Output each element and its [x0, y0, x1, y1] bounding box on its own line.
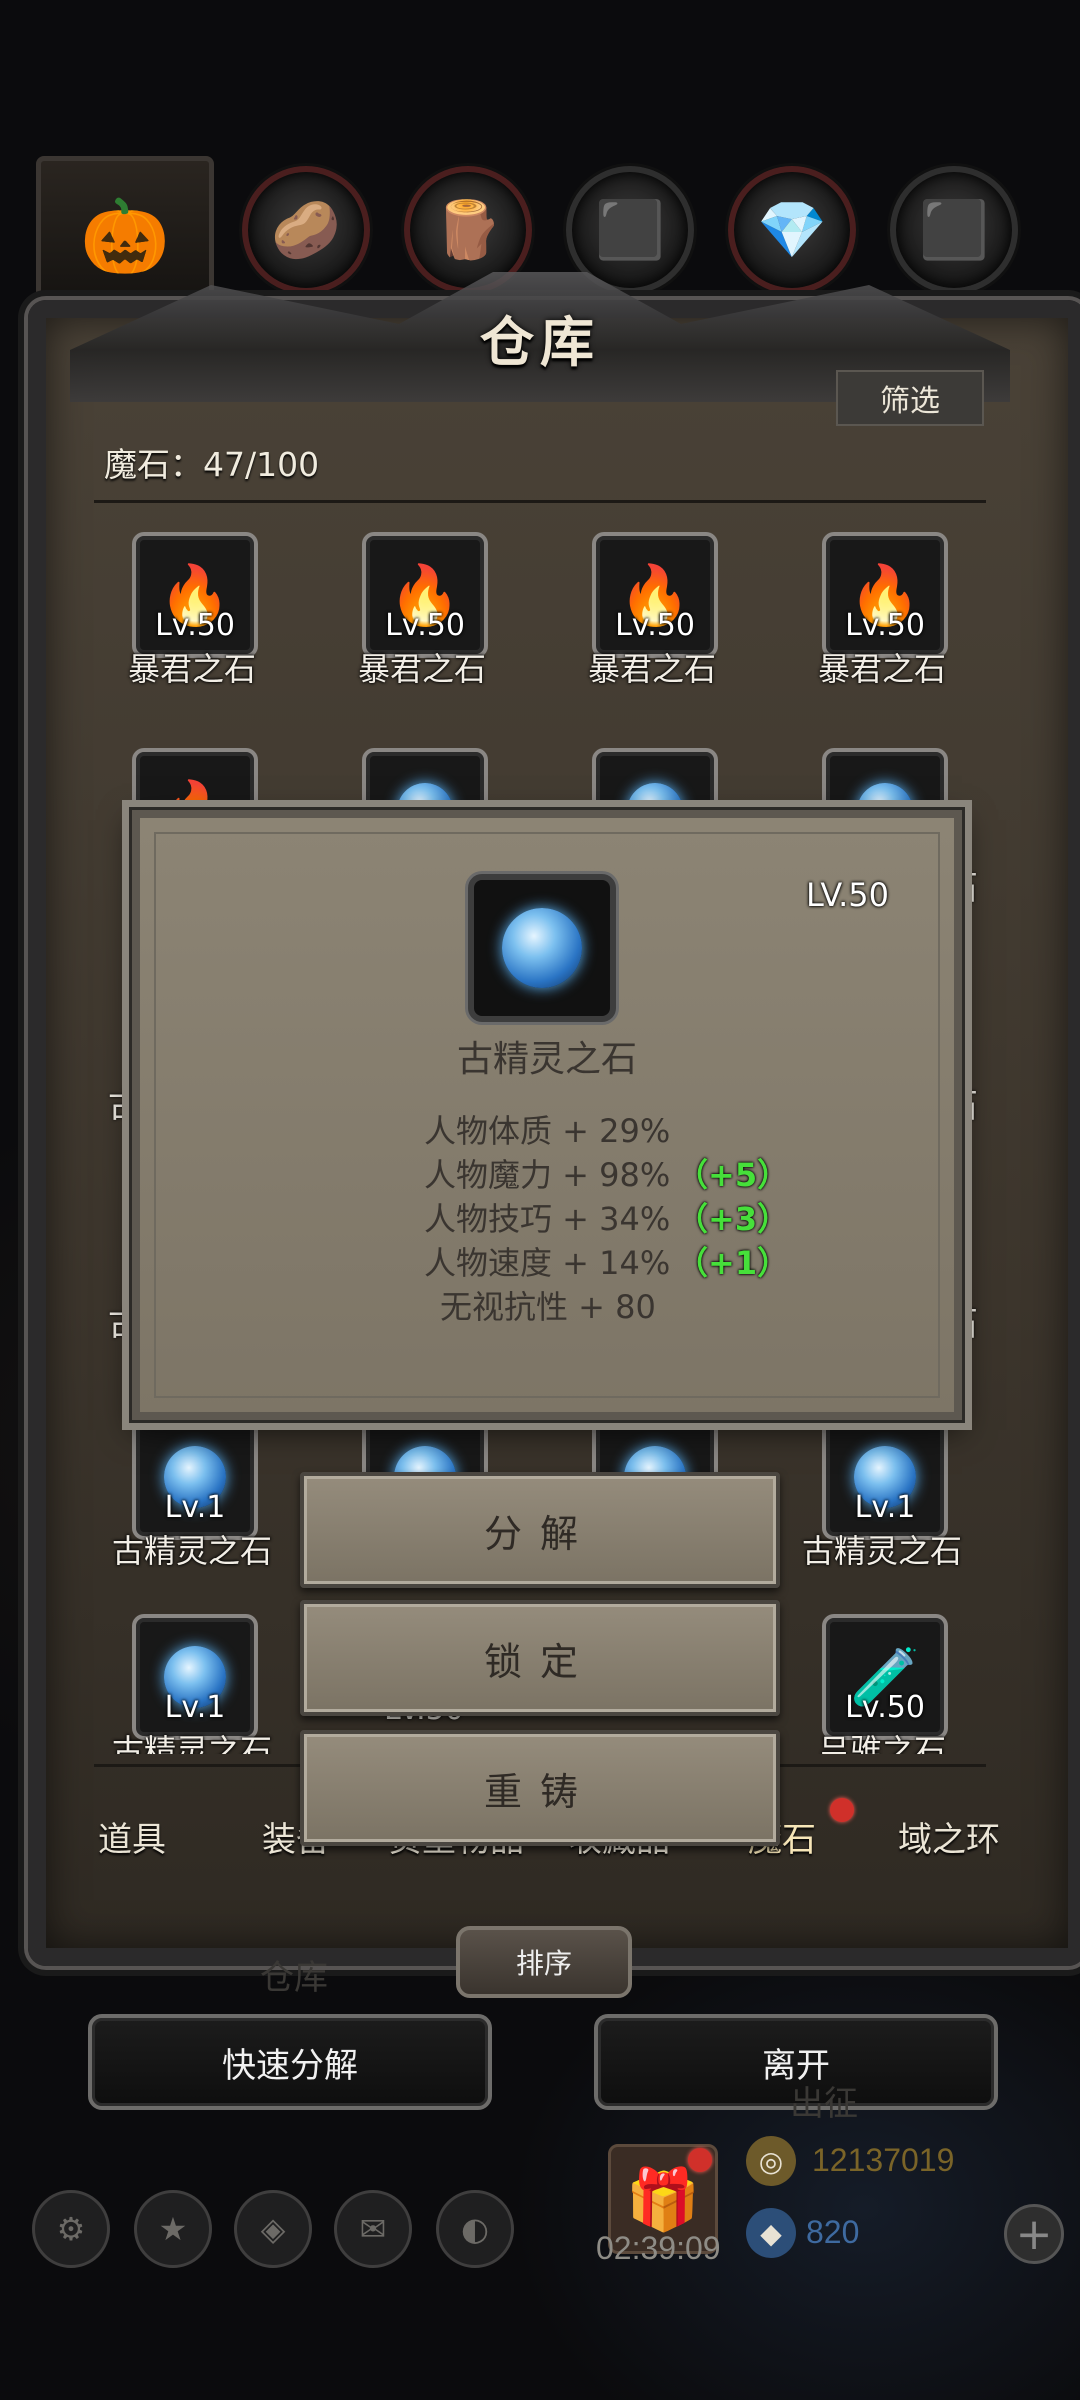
inventory-item[interactable]: 🔥 Lv.50 暴君之石 — [782, 532, 982, 688]
map-icon[interactable]: ◈ — [234, 2190, 312, 2268]
stat-bonus: （+1） — [676, 1244, 790, 1282]
bg-expedition-label: 出征 — [790, 2084, 858, 2124]
reforge-button[interactable]: 重铸 — [300, 1730, 780, 1846]
stone-resource-icon[interactable]: ⬛ — [890, 166, 1018, 294]
lock-button[interactable]: 锁定 — [300, 1600, 780, 1716]
inventory-item[interactable]: Lv.1 古精灵之石 — [92, 1414, 292, 1570]
bg-warehouse-label: 仓库 — [260, 1958, 328, 1998]
popup-level: LV.50 — [806, 876, 889, 914]
gem-icon: ◆ — [746, 2208, 796, 2258]
star-badge-icon[interactable]: ★ — [134, 2190, 212, 2268]
item-level: Lv.50 — [615, 608, 695, 643]
item-name: 暴君之石 — [587, 650, 716, 688]
item-name: 暴君之石 — [817, 650, 946, 688]
item-level: Lv.50 — [845, 608, 925, 643]
filter-button[interactable]: 筛选 — [836, 370, 984, 426]
item-level: Lv.50 — [385, 608, 465, 643]
inventory-item[interactable]: 🔥 Lv.50 暴君之石 — [552, 532, 752, 688]
item-name: 古精灵之石 — [111, 1732, 272, 1754]
notification-dot — [688, 2148, 712, 2172]
gift-timer: 02:39:09 — [596, 2230, 721, 2266]
add-currency-button[interactable]: + — [1004, 2204, 1064, 2264]
crystal-resource-icon[interactable]: 💎 — [728, 166, 856, 294]
divider — [94, 500, 986, 503]
inventory-item[interactable]: 🧪 Lv.50 吕骓之石 — [782, 1614, 982, 1764]
notification-dot — [830, 1798, 854, 1822]
item-name: 古精灵之石 — [801, 1532, 962, 1570]
item-name: 暴君之石 — [357, 650, 486, 688]
stat-line: 人物魔力 + 98% — [424, 1156, 671, 1194]
stat-line: 无视抗性 + 80 — [440, 1288, 656, 1326]
hero-portrait[interactable]: 🎃 — [36, 156, 214, 316]
item-level: Lv.50 — [845, 1690, 925, 1725]
chat-icon[interactable]: ◐ — [436, 2190, 514, 2268]
stone-capacity: 魔石：47/100 — [104, 445, 320, 484]
item-name: 吕骓之石 — [817, 1732, 946, 1754]
settings-icon[interactable]: ⚙ — [32, 2190, 110, 2268]
item-level: Lv.1 — [854, 1490, 916, 1525]
stat-line: 人物体质 + 29% — [424, 1112, 671, 1150]
decompose-button[interactable]: 分解 — [300, 1472, 780, 1588]
tab-domain-ring[interactable]: 域之环 — [898, 1812, 1000, 1861]
item-name: 古精灵之石 — [111, 1532, 272, 1570]
item-name: 暴君之石 — [127, 650, 256, 688]
gold-amount: 12137019 — [812, 2142, 955, 2178]
panel-title: 仓库 — [480, 311, 600, 374]
stat-line: 人物速度 + 14% — [424, 1244, 671, 1282]
quick-decompose-button[interactable]: 快速分解 — [88, 2014, 492, 2110]
inventory-item[interactable]: 🔥 Lv.50 暴君之石 — [92, 532, 292, 688]
leather-resource-icon[interactable]: 🥔 — [242, 166, 370, 294]
stat-line: 人物技巧 + 34% — [424, 1200, 671, 1238]
inventory-item[interactable]: 🔥 Lv.50 暴君之石 — [322, 532, 522, 688]
item-level: Lv.1 — [164, 1490, 226, 1525]
tab-items[interactable]: 道具 — [98, 1812, 166, 1861]
gem-amount: 820 — [806, 2214, 860, 2250]
popup-item-name: 古精灵之石 — [456, 1039, 637, 1080]
mail-icon[interactable]: ✉ — [334, 2190, 412, 2268]
sort-button[interactable]: 排序 — [456, 1926, 632, 1998]
stat-bonus: （+3） — [676, 1200, 790, 1238]
item-level: Lv.1 — [164, 1690, 226, 1725]
gold-coin-icon: ◎ — [746, 2136, 796, 2186]
inventory-item[interactable]: Lv.1 古精灵之石 — [92, 1614, 292, 1764]
inventory-item[interactable]: Lv.1 古精灵之石 — [782, 1414, 982, 1570]
stat-bonus: （+5） — [676, 1156, 790, 1194]
elf-stone-icon — [468, 874, 616, 1022]
item-level: Lv.50 — [155, 608, 235, 643]
